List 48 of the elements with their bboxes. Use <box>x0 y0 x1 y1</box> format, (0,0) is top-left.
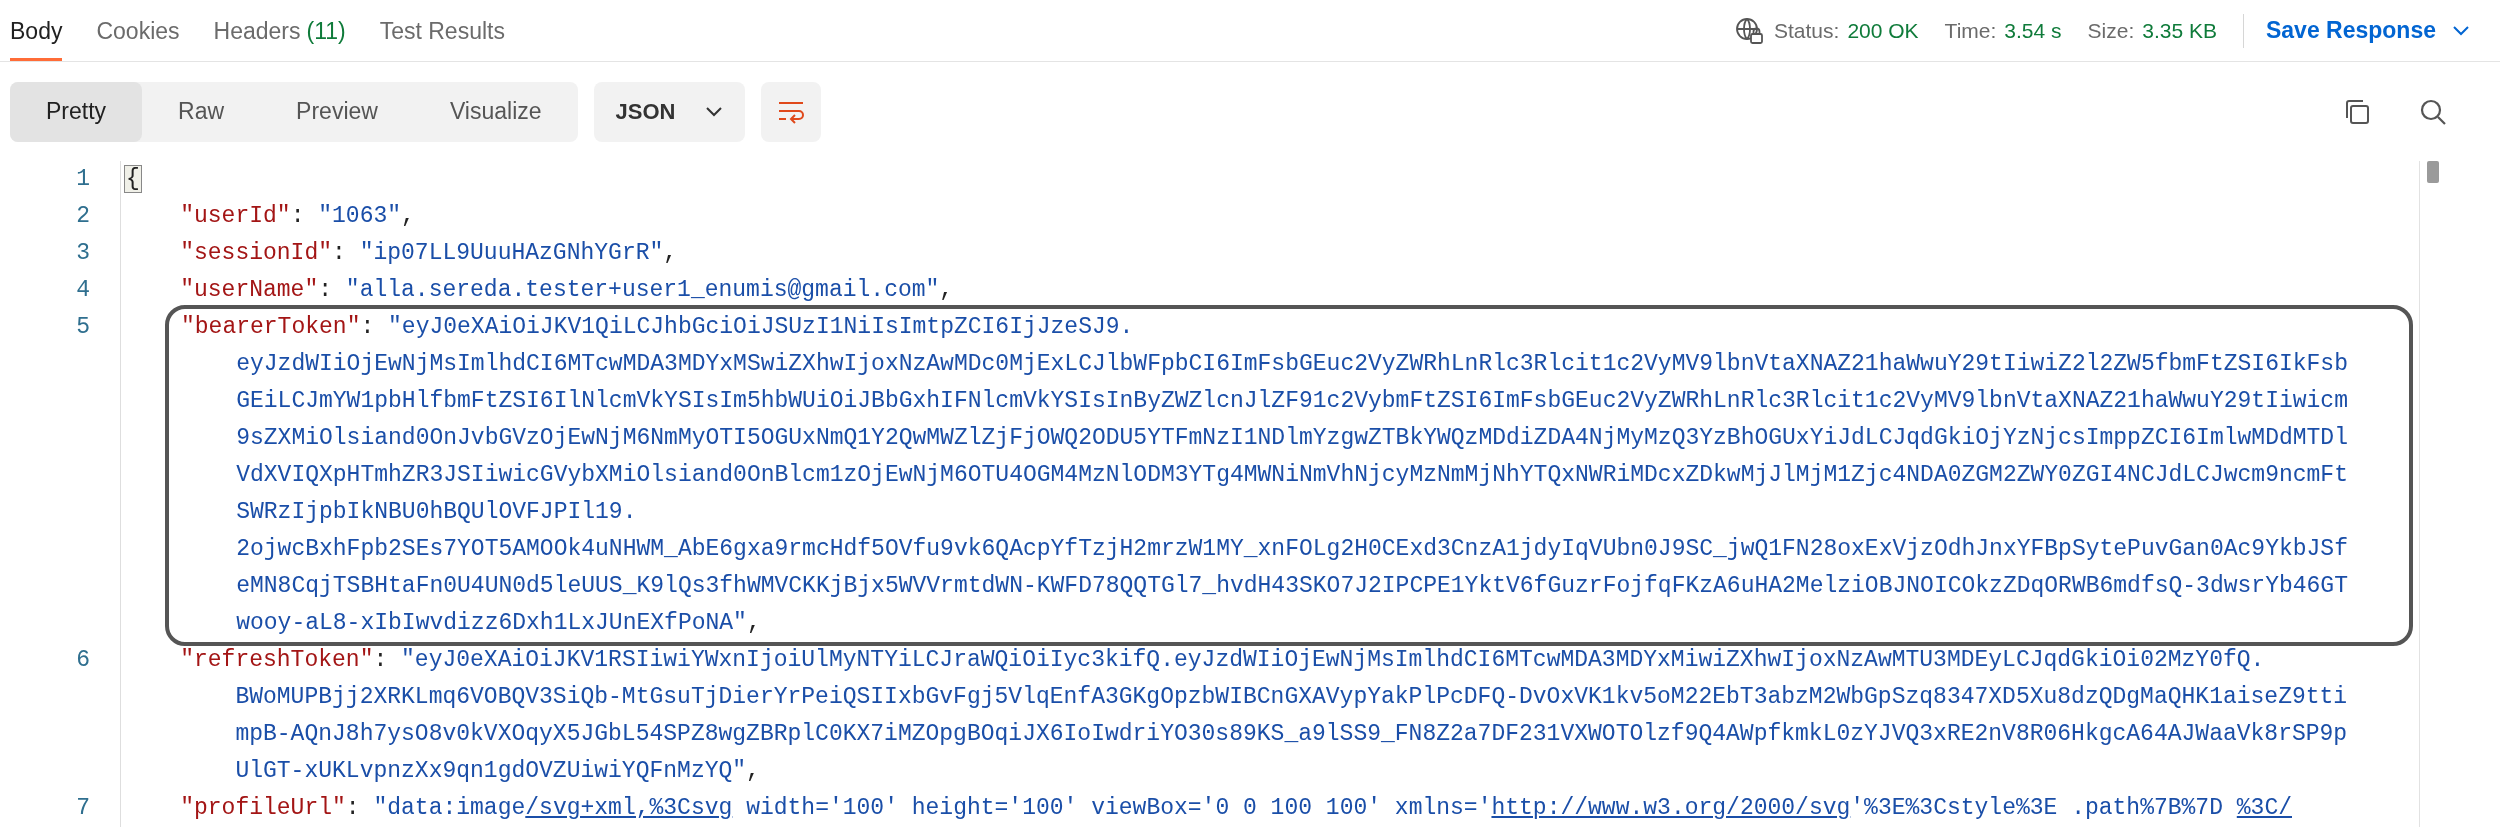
view-mode-option[interactable]: Raw <box>142 81 261 142</box>
code-line: SWRzIjpbIkNBU0hBQUlOVFJPIl19. <box>236 498 637 527</box>
code-line: "userName": "alla.sereda.tester+user1_enumis@gmail.com", <box>180 276 954 305</box>
line-number: 5 <box>76 313 91 342</box>
code-line: eyJzdWIiOjEwNjMsImlhdCI6MTcwMDA3MDYxMSwiZXhwIjoxNzAwMDc0MjExLCJlbWFpbCI6ImFsbGEuc2VyZWRhLnRlc3Rlcit1c2VyMV9lbnVtaXNAZ21haWwuY29tIiwiZ2l2ZW5fbmFtZSI6IkFsb <box>236 350 2348 379</box>
status-value: 200 OK <box>1847 18 1919 43</box>
response-tab[interactable]: Test Results <box>379 0 505 61</box>
save-response-button[interactable]: Save Response <box>2265 17 2470 44</box>
code-line: "bearerToken": "eyJ0eXAiOiJKV1QiLCJhbGciOiJSUzI1NiIsImtpZCI6IjJzeSJ9. <box>181 313 1134 342</box>
view-mode-option[interactable]: Preview <box>260 81 414 142</box>
tab-count: (11) <box>306 17 346 45</box>
code-line: 9sZXMiOlsiand0OnJvbGVzOjEwNjM6NmMyOTI5OGUxNmQ1Y2QwMWZlZjFjOWQ2ODU5YTFmNzI1NDlmYzgwZTBkYWQzMDdiZDA4NjMyMzQ3YzBhOGUxYiJdLCJqdGkiOjYzNjcsImppZCI6ImlwMDdMTDl <box>236 424 2348 453</box>
view-mode-option[interactable]: Pretty <box>10 81 143 142</box>
line-number: 3 <box>76 239 91 268</box>
line-number: 6 <box>76 646 91 675</box>
line-number: 2 <box>76 202 91 231</box>
view-mode-option[interactable]: Visualize <box>413 81 578 142</box>
response-tab[interactable]: Cookies <box>96 0 180 61</box>
code-link[interactable]: %3C/ <box>2236 795 2292 821</box>
response-tab[interactable]: Headers (11) <box>213 0 346 61</box>
chevron-down-icon <box>705 105 724 118</box>
code-link[interactable]: /svg+xml,%3Csvg <box>525 795 733 821</box>
code-line: 2ojwcBxhFpb2SEs7YOT5AMOOk4uNHWM_AbE6gxa9rmcHdf5OVfu9vk6QAcpYfTzjH2mrzW1MY_xnFOLg2H0CExd3CnzA1jdyIqVUbn0J9SC_jwQ1FN28oxExVjzOdhJnxYFBpSytePuvGan0Ac9YkbJSf <box>236 535 2348 564</box>
code-line: eMN8CqjTSBHtaFn0U4UN0d5leUUS_K9lQs3fhWMVCKKjBjx5WVVrmtdWN-KWFD78QQTGl7_hvdH43SKO7J2IPCPE1YktV6fGuzrFojfqFKzA6uHA2MelziOBJNOICOkzZDqORWB6mdfsQ-3dwsrYb46GT <box>236 572 2348 601</box>
code-line: "sessionId": "ip07LL9UuuHAzGNhYGrR", <box>180 239 678 268</box>
status-label: Size: <box>2087 18 2135 43</box>
status-value: 3.54 s <box>2004 18 2062 43</box>
wrap-lines-button[interactable] <box>761 81 822 142</box>
chevron-down-icon <box>2452 24 2470 37</box>
status-label: Time: <box>1944 18 1997 43</box>
code-line: mpB-AQnJ8h7ysO8v0kVXOqyX5JGbL54SPZ8wgZBRplC0KX7iMZOpgBOqiJX6IoIwdriYO30s89KS_a9lSS9_FN8Z2a7DF231VXWOTOlzf9Q4AWpfkmkL0zYJVQ3xRE2nV8R06HkgcA64AJWaaVk8rSP9p <box>235 720 2348 749</box>
code-line: "userId": "1063", <box>180 202 415 231</box>
format-dropdown[interactable]: JSON <box>593 81 746 142</box>
line-number: 4 <box>76 276 91 305</box>
code-line: "profileUrl": "data:image/svg+xml,%3Csvg width='100' height='100' viewBox='0 0 100 100' xmlns='http://www.w3.org/2000/svg'%3E%3Cstyle%3E .path%7B%7D %3C/ <box>180 794 2292 823</box>
code-line: wooy-aL8-xIbIwvdizz6Dxh1LxJUnEXfPoNA", <box>236 609 761 638</box>
code-line: GEiLCJmYW1pbHlfbmFtZSI6IlNlcmVkYSIsIm5hbWUiOiJBbGxhIFNlcmVkYSIsInByZWZlcnJlZF91c2VybmFtZSI6ImFsbGEuc2VyZWRhLnRlc3Rlcit1c2VyMV9lbnVtaXNAZ21haWwuY29tIiwicm <box>236 387 2348 416</box>
line-number: 7 <box>76 794 91 823</box>
status-label: Status: <box>1774 18 1840 43</box>
line-number: 1 <box>76 165 91 194</box>
response-tab[interactable]: Body <box>10 0 63 61</box>
code-line: BWoMUPBjj2XRKLmq6VOBQV3SiQb-MtGsuTjDierYrPeiQSIIxbGvFgj5VlqEnfA3GKgOpzbWIBCnGXAVypYakPlPcDFQ-DvOxVK1kv5oM22EbT3abzM2WbGpSzq8347XD5Xu8dzQDgMaQHK1aiseZ9tti <box>235 683 2348 712</box>
status-value: 3.35 KB <box>2142 18 2217 43</box>
globe-lock-icon <box>1734 15 1764 46</box>
code-line: "refreshToken": "eyJ0eXAiOiJKV1RSIiwiYWxnIjoiUlMyNTYiLCJraWQiOiIyc3kifQ.eyJzdWIiOjEwNjMsImlhdCI6MTcwMDA3MDYxMiwiZXhwIjoxNzAwMTU3MDEyLCJqdGkiOi02MzY0fQ. <box>180 646 2265 675</box>
code-line: UlGT-xUKLvpnzXx9qn1gdOVZUiwiYQFnMzYQ", <box>235 757 760 786</box>
code-line: VdXVIQXpHTmhZR3JSIiwicGVybXMiOlsiand0OnBlcm1zOjEwNjM6OTU4OGM4MzNlODM3YTg4MWNiNmVhNjcyMzNmMjNhYTQxNWRiMDcxZDkwMjJlMjM1Zjc4NDA0ZGM2ZWY0ZGI4NCJdLCJwcm9ncmFt <box>236 461 2348 490</box>
code-link[interactable]: http://www.w3.org/2000/svg <box>1491 795 1851 821</box>
